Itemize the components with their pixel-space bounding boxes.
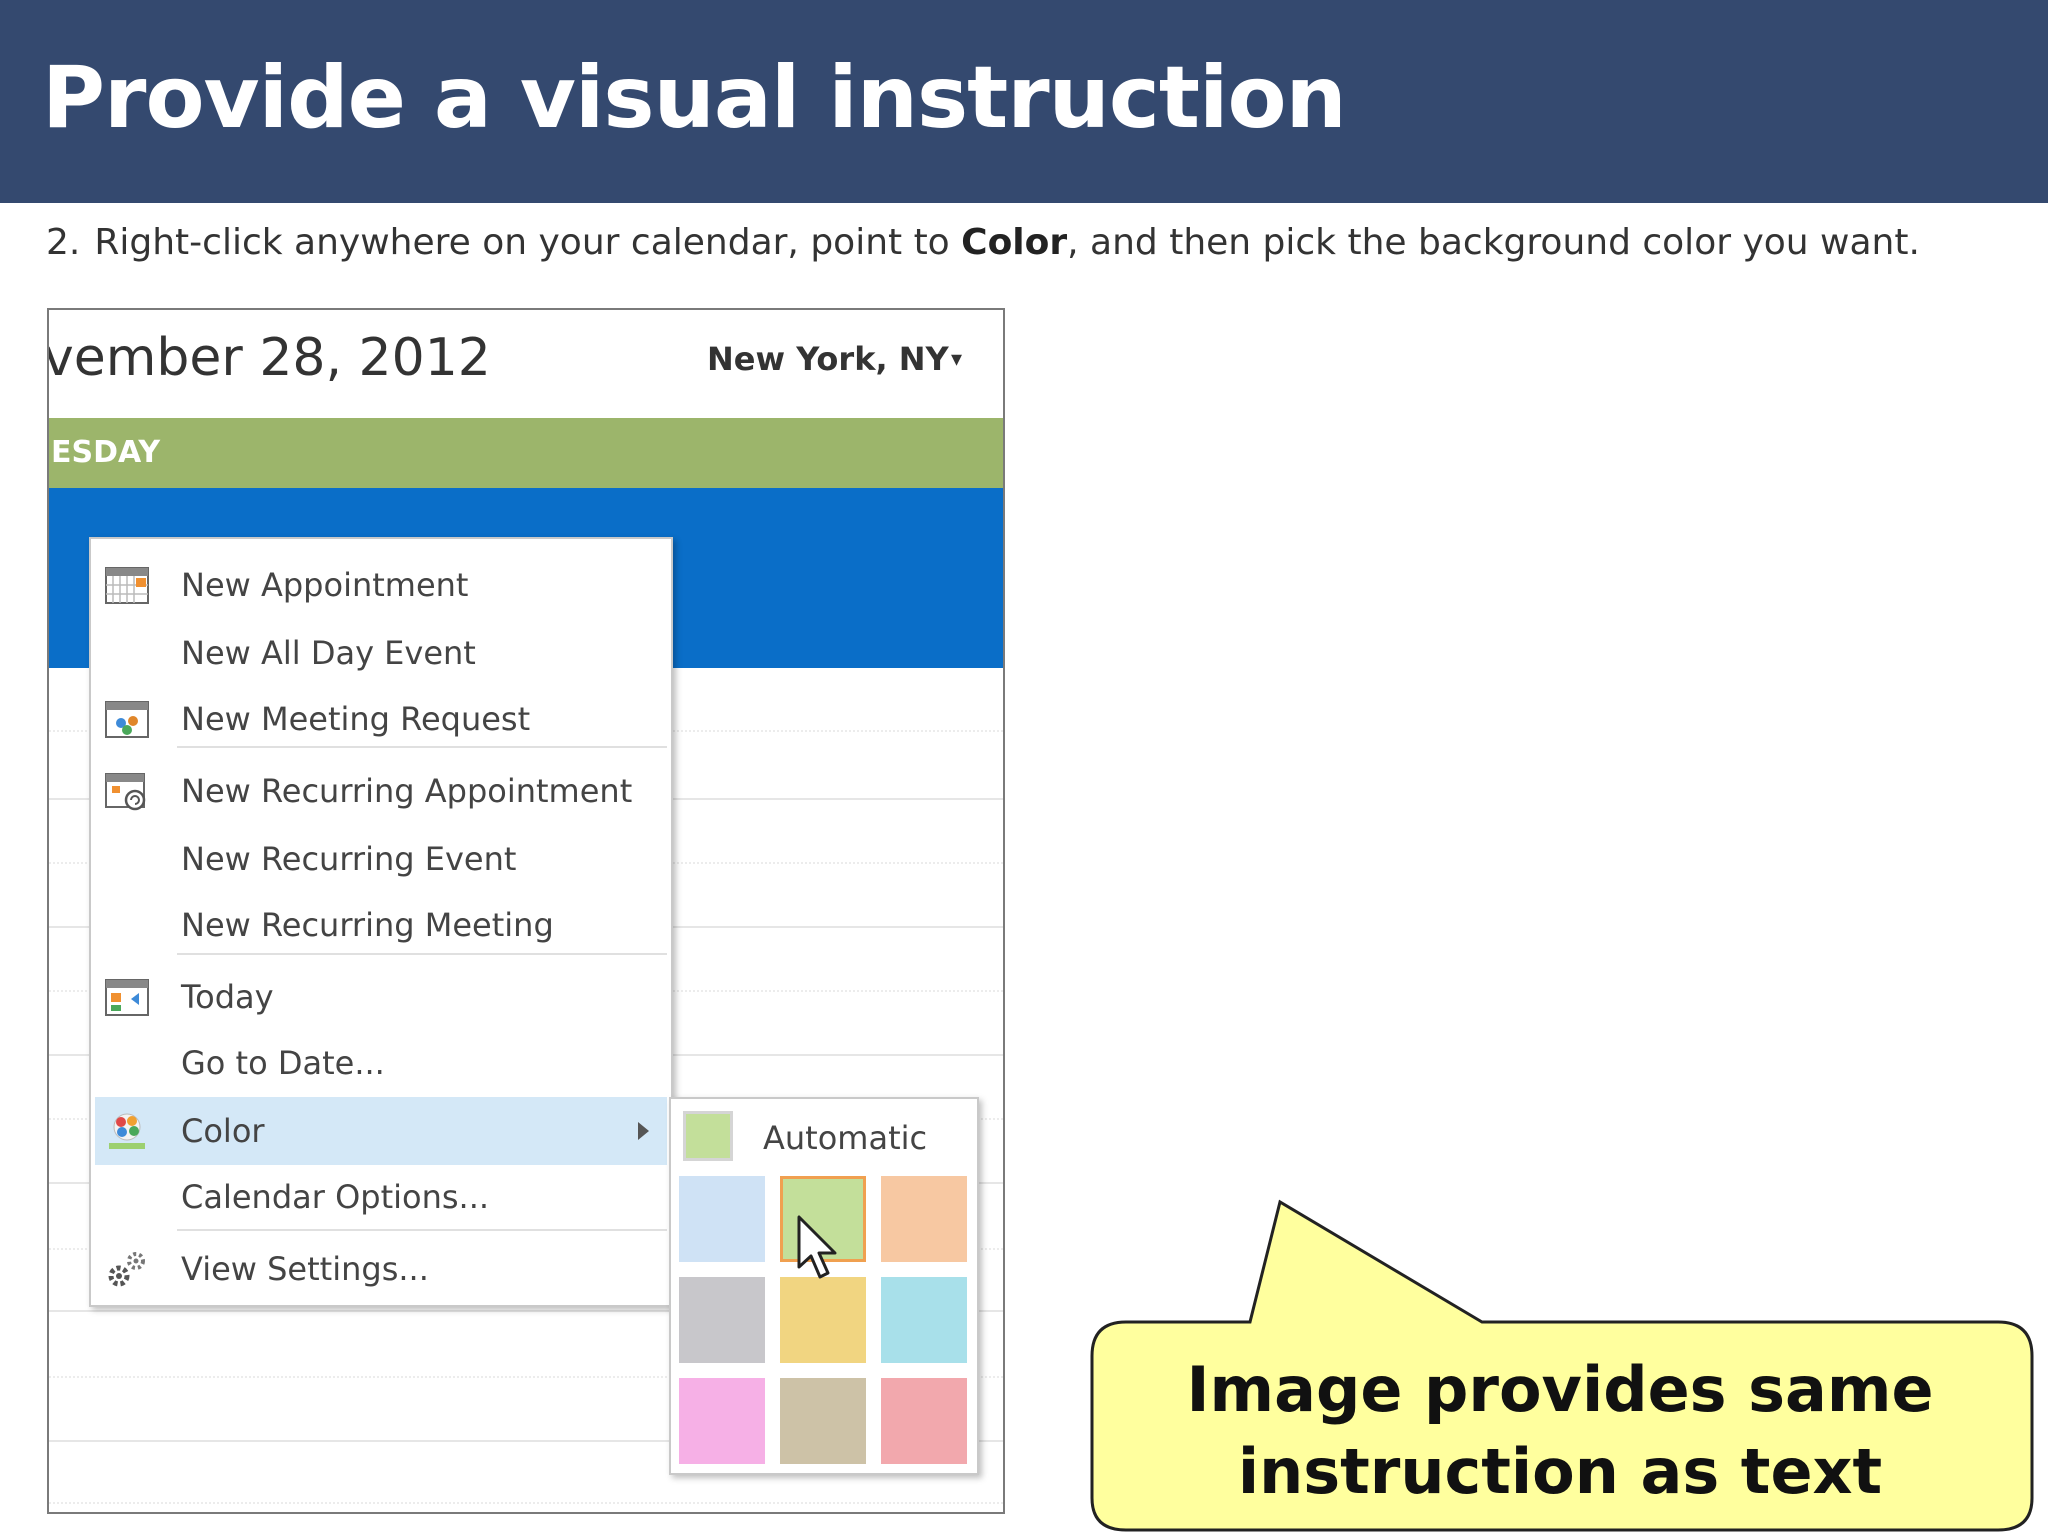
instruction-part-1: Right-click anywhere on your calendar, p… [94,222,962,263]
menu-separator [177,1229,667,1231]
meeting-request-icon [105,701,149,738]
color-swatch[interactable] [881,1378,967,1464]
today-icon [105,979,149,1016]
weather-location[interactable]: New York, NY [707,340,949,378]
menu-label: Today [181,978,274,1016]
menu-item-new-recurring-event[interactable]: New Recurring Event [91,829,671,889]
time-slot-divider [49,1502,1003,1504]
color-submenu: Automatic [669,1097,979,1475]
color-swatch[interactable] [881,1277,967,1363]
callout-line-1: Image provides same [1186,1353,1934,1426]
recurring-appointment-icon [105,773,146,811]
menu-label: Calendar Options... [181,1178,490,1216]
menu-label: Go to Date... [181,1044,385,1082]
menu-item-today[interactable]: Today [91,967,671,1027]
instruction-part-2: , and then pick the background color you… [1067,222,1920,263]
location-dropdown-icon[interactable]: ▾ [951,346,962,372]
menu-label: New All Day Event [181,634,476,672]
step-number: 2. [46,222,81,263]
menu-item-new-all-day-event[interactable]: New All Day Event [91,623,671,683]
menu-label: New Recurring Event [181,840,517,878]
menu-label: New Recurring Meeting [181,906,554,944]
menu-item-color[interactable]: Color [95,1097,667,1165]
instruction-text: 2. Right-click anywhere on your calendar,… [46,222,2026,263]
menu-label: New Recurring Appointment [181,772,633,810]
menu-item-new-recurring-meeting[interactable]: New Recurring Meeting [91,895,671,955]
callout-line-2: instruction as text [1237,1435,1883,1508]
menu-label: New Appointment [181,566,469,604]
callout-text: Image provides same instruction as text [1090,1349,2030,1513]
color-swatch[interactable] [881,1176,967,1262]
submenu-arrow-icon [638,1122,649,1140]
mouse-pointer-icon [797,1215,837,1279]
automatic-color-swatch[interactable] [683,1111,733,1161]
color-swatch[interactable] [679,1378,765,1464]
menu-item-go-to-date[interactable]: Go to Date... [91,1033,671,1093]
color-swatch[interactable] [780,1277,866,1363]
color-palette-icon [109,1113,145,1149]
calendar-appointment-icon [105,567,149,604]
menu-item-new-appointment[interactable]: New Appointment [91,555,671,615]
color-swatch[interactable] [679,1176,765,1262]
menu-item-new-meeting-request[interactable]: New Meeting Request [91,689,671,749]
menu-label: New Meeting Request [181,700,531,738]
instruction-bold-color: Color [961,222,1068,263]
menu-label: View Settings... [181,1250,429,1288]
settings-gears-icon [108,1252,145,1287]
menu-label: Color [181,1112,265,1150]
menu-item-new-recurring-appointment[interactable]: New Recurring Appointment [91,761,671,821]
color-swatch[interactable] [679,1277,765,1363]
calendar-date-heading: vember 28, 2012 [47,328,491,388]
menu-item-calendar-options[interactable]: Calendar Options... [91,1167,671,1227]
context-menu: New Appointment New All Day Event New Me… [89,537,673,1307]
menu-separator [177,746,667,748]
slide-title: Provide a visual instruction [42,48,1347,148]
automatic-color-label[interactable]: Automatic [763,1119,927,1157]
menu-item-view-settings[interactable]: View Settings... [91,1239,671,1299]
day-header: ESDAY [49,418,1003,488]
menu-separator [177,953,667,955]
day-name: ESDAY [51,435,161,470]
color-swatch[interactable] [780,1378,866,1464]
